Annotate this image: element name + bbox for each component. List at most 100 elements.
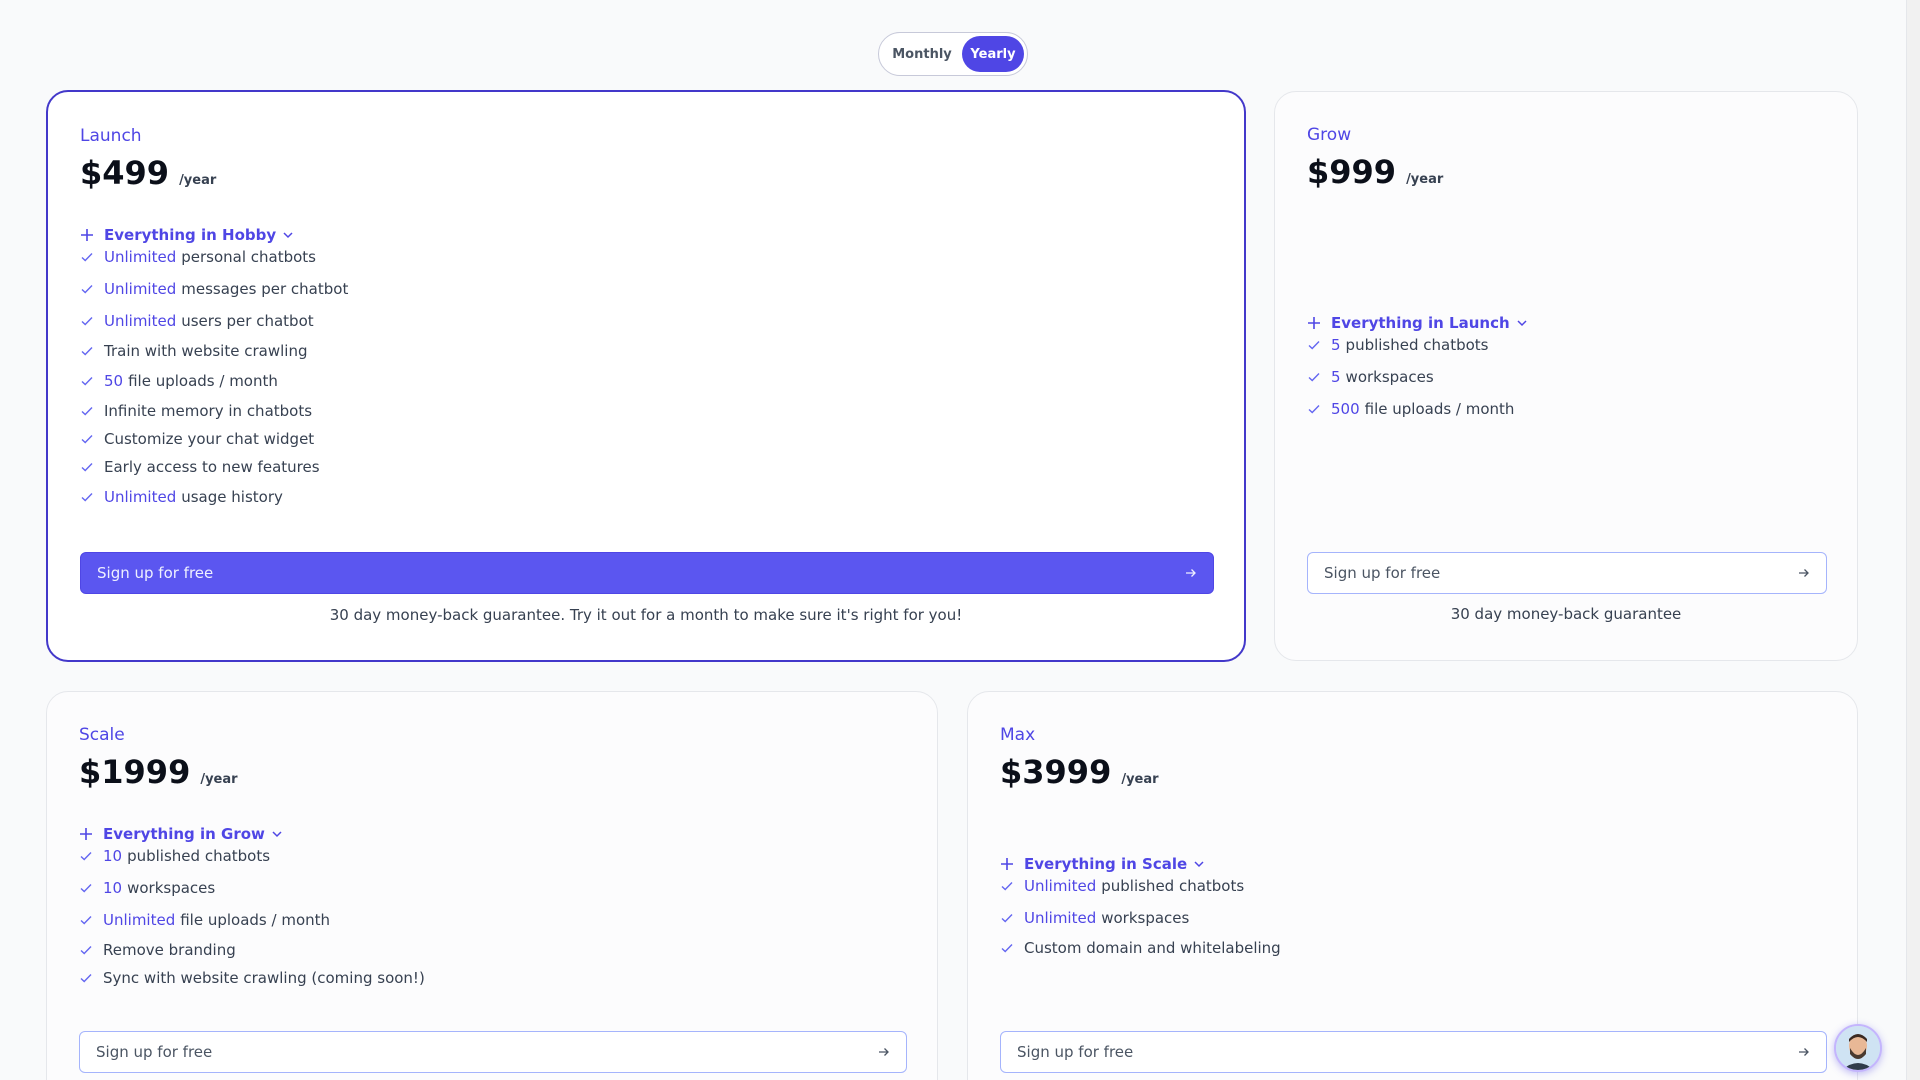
plus-icon	[80, 828, 92, 840]
chevron-down-icon	[272, 831, 282, 838]
feature-text: published chatbots	[1101, 877, 1245, 895]
sign-up-label: Sign up for free	[97, 564, 214, 582]
feature-text: file uploads / month	[128, 372, 278, 390]
avatar-icon	[1836, 1026, 1880, 1070]
sign-up-button[interactable]: Sign up for free	[80, 552, 1214, 594]
sign-up-label: Sign up for free	[1324, 564, 1441, 582]
feature-item: Unlimited file uploads / month	[79, 911, 330, 929]
price-row: $1999 /year	[79, 753, 238, 791]
includes-toggle[interactable]: Everything in Grow	[79, 825, 283, 843]
plan-price: $999	[1307, 153, 1397, 191]
feature-item: 5 published chatbots	[1307, 336, 1489, 354]
feature-item: Customize your chat widget	[80, 430, 314, 448]
feature-highlight: Unlimited	[104, 248, 177, 266]
includes-toggle[interactable]: Everything in Scale	[1000, 855, 1205, 873]
feature-highlight: 10	[103, 847, 123, 865]
feature-item: 5 workspaces	[1307, 368, 1434, 386]
check-icon	[1001, 944, 1013, 953]
feature-text: Custom domain and whitelabeling	[1024, 939, 1281, 957]
feature-highlight: 10	[103, 879, 123, 897]
plus-icon	[81, 229, 93, 241]
price-row: $499 /year	[80, 154, 216, 192]
plan-card-grow: Grow $999 /year Everything in Launch 5 pu…	[1274, 91, 1858, 661]
includes-label: Everything in Scale	[1024, 855, 1188, 873]
plan-card-max: Max $3999 /year Everything in Scale Unli…	[967, 691, 1858, 1080]
chevron-down-icon	[1517, 320, 1527, 327]
includes-toggle[interactable]: Everything in Hobby	[80, 226, 294, 244]
includes-label: Everything in Launch	[1331, 314, 1510, 332]
billing-toggle: Monthly Yearly	[878, 32, 1028, 76]
page-scrollbar[interactable]	[1906, 0, 1920, 1080]
price-period: /year	[1121, 772, 1159, 787]
sign-up-button[interactable]: Sign up for free	[1307, 552, 1827, 594]
sign-up-label: Sign up for free	[1017, 1043, 1134, 1061]
feature-item: Remove branding	[79, 941, 236, 959]
feature-highlight: Unlimited	[103, 911, 176, 929]
feature-item: Train with website crawling	[80, 342, 307, 360]
feature-highlight: Unlimited	[1024, 877, 1097, 895]
arrow-right-icon	[1799, 569, 1809, 577]
check-icon	[1001, 914, 1013, 923]
plan-name: Scale	[79, 725, 125, 745]
arrow-right-icon	[1799, 1048, 1809, 1056]
feature-item: 10 published chatbots	[79, 847, 270, 865]
plus-icon	[1001, 858, 1013, 870]
arrow-right-icon	[1186, 569, 1196, 577]
feature-item: Infinite memory in chatbots	[80, 402, 312, 420]
check-icon	[81, 435, 93, 444]
feature-item: 10 workspaces	[79, 879, 215, 897]
plan-name: Grow	[1307, 125, 1352, 145]
price-period: /year	[179, 173, 217, 188]
support-avatar[interactable]	[1834, 1024, 1882, 1072]
check-icon	[1308, 373, 1320, 382]
feature-item: Unlimited messages per chatbot	[80, 280, 348, 298]
plan-name: Launch	[80, 126, 142, 146]
feature-highlight: 5	[1331, 336, 1341, 354]
feature-text: personal chatbots	[181, 248, 316, 266]
plan-price: $3999	[1000, 753, 1112, 791]
feature-highlight: Unlimited	[104, 280, 177, 298]
includes-label: Everything in Hobby	[104, 226, 277, 244]
check-icon	[1308, 341, 1320, 350]
yearly-option[interactable]: Yearly	[962, 36, 1024, 72]
plan-card-launch: Launch $499 /year Everything in Hobby Un…	[46, 90, 1246, 662]
check-icon	[81, 377, 93, 386]
feature-text: messages per chatbot	[181, 280, 349, 298]
chevron-down-icon	[283, 232, 293, 239]
check-icon	[81, 463, 93, 472]
feature-item: Unlimited workspaces	[1000, 909, 1189, 927]
feature-highlight: Unlimited	[104, 312, 177, 330]
feature-text: file uploads / month	[180, 911, 331, 929]
sign-up-button[interactable]: Sign up for free	[1000, 1031, 1827, 1073]
includes-label: Everything in Grow	[103, 825, 265, 843]
feature-highlight: Unlimited	[1024, 909, 1097, 927]
price-row: $999 /year	[1307, 153, 1443, 191]
price-row: $3999 /year	[1000, 753, 1159, 791]
feature-item: Unlimited personal chatbots	[80, 248, 316, 266]
feature-text: Infinite memory in chatbots	[104, 402, 313, 420]
feature-text: users per chatbot	[181, 312, 314, 330]
check-icon	[80, 946, 92, 955]
feature-text: workspaces	[1345, 368, 1434, 386]
feature-text: published chatbots	[1345, 336, 1489, 354]
price-period: /year	[200, 772, 238, 787]
plan-name: Max	[1000, 725, 1036, 745]
check-icon	[81, 493, 93, 502]
feature-item: 500 file uploads / month	[1307, 400, 1514, 418]
guarantee-text: 30 day money-back guarantee	[1450, 605, 1682, 623]
check-icon	[80, 852, 92, 861]
sign-up-label: Sign up for free	[96, 1043, 213, 1061]
includes-toggle[interactable]: Everything in Launch	[1307, 314, 1528, 332]
feature-text: Remove branding	[103, 941, 236, 959]
feature-item: 50 file uploads / month	[80, 372, 278, 390]
plan-price: $1999	[79, 753, 191, 791]
plan-price: $499	[80, 154, 170, 192]
chevron-down-icon	[1194, 861, 1204, 868]
monthly-option[interactable]: Monthly	[882, 36, 962, 72]
feature-item: Early access to new features	[80, 458, 320, 476]
feature-text: Train with website crawling	[104, 342, 308, 360]
sign-up-button[interactable]: Sign up for free	[79, 1031, 907, 1073]
price-period: /year	[1406, 172, 1444, 187]
check-icon	[81, 347, 93, 356]
feature-item: Custom domain and whitelabeling	[1000, 939, 1281, 957]
